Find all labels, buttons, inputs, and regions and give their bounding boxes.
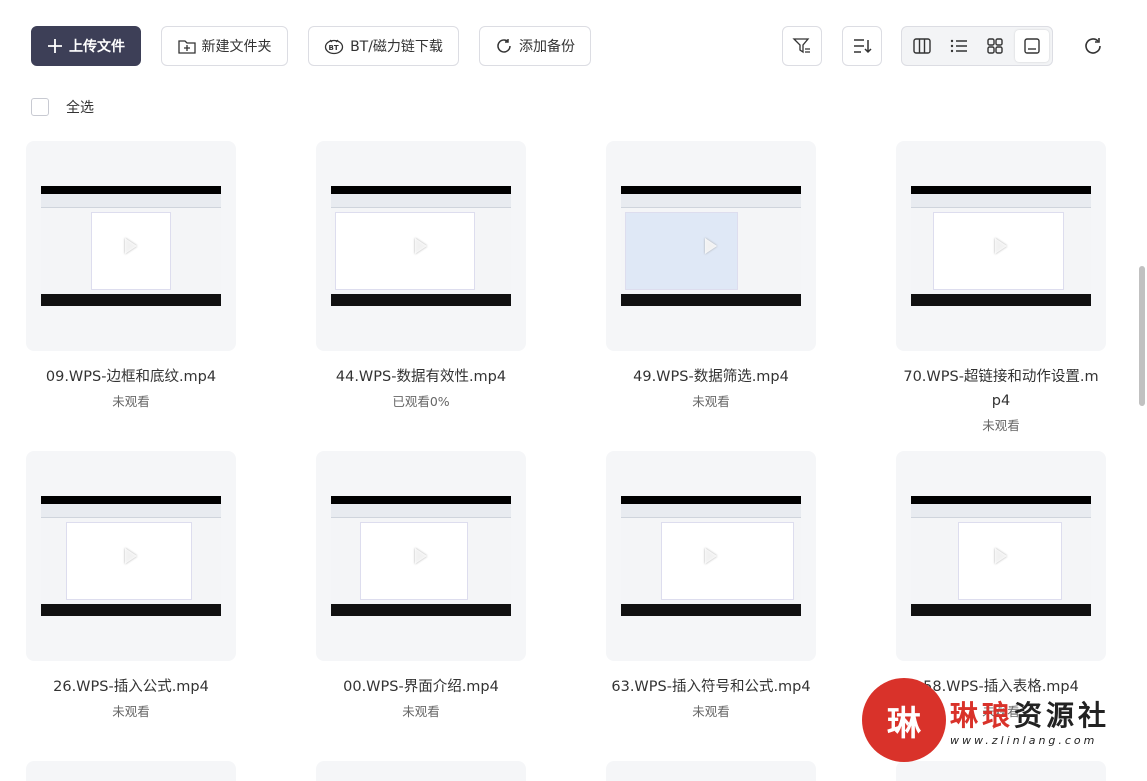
list-icon bbox=[950, 39, 967, 53]
file-card-partial[interactable] bbox=[606, 761, 816, 781]
play-icon bbox=[995, 238, 1007, 254]
select-all-label: 全选 bbox=[66, 100, 94, 116]
select-all-checkbox[interactable] bbox=[31, 98, 49, 116]
watermark-logo: 琳 bbox=[862, 678, 946, 762]
columns-icon bbox=[913, 38, 931, 54]
file-card[interactable]: 49.WPS-数据筛选.mp4 未观看 bbox=[606, 141, 816, 410]
grid-icon bbox=[987, 38, 1003, 54]
refresh-icon bbox=[1085, 38, 1101, 54]
watch-status: 未观看 bbox=[402, 704, 440, 719]
file-card[interactable]: 26.WPS-插入公式.mp4 未观看 bbox=[26, 451, 236, 720]
file-card[interactable]: 70.WPS-超链接和动作设置.mp4 未观看 bbox=[896, 141, 1106, 434]
view-list-option[interactable] bbox=[942, 30, 977, 62]
watermark-title: 琳琅资源社 bbox=[950, 698, 1111, 732]
video-preview bbox=[331, 186, 511, 306]
play-icon bbox=[125, 548, 137, 564]
play-icon bbox=[125, 238, 137, 254]
file-card[interactable]: 09.WPS-边框和底纹.mp4 未观看 bbox=[26, 141, 236, 410]
file-name[interactable]: 70.WPS-超链接和动作设置.mp4 bbox=[896, 365, 1106, 413]
new-folder-button[interactable]: 新建文件夹 bbox=[161, 26, 288, 66]
video-preview bbox=[621, 186, 801, 306]
folder-add-icon bbox=[177, 40, 196, 54]
file-card-partial[interactable] bbox=[26, 761, 236, 781]
watch-status: 未观看 bbox=[112, 394, 150, 409]
file-card-partial[interactable] bbox=[316, 761, 526, 781]
watch-status: 未观看 bbox=[692, 704, 730, 719]
video-thumbnail[interactable] bbox=[606, 141, 816, 351]
new-folder-label: 新建文件夹 bbox=[201, 39, 272, 55]
video-thumbnail[interactable] bbox=[896, 141, 1106, 351]
upload-button[interactable]: 上传文件 bbox=[31, 26, 141, 66]
video-preview bbox=[911, 186, 1091, 306]
add-backup-label: 添加备份 bbox=[519, 39, 575, 55]
bt-download-button[interactable]: BT BT/磁力链下载 bbox=[308, 26, 459, 66]
file-name[interactable]: 26.WPS-插入公式.mp4 bbox=[26, 675, 236, 699]
select-all[interactable]: 全选 bbox=[31, 97, 94, 117]
video-preview bbox=[331, 496, 511, 616]
view-grid-option[interactable] bbox=[978, 30, 1013, 62]
video-preview bbox=[41, 186, 221, 306]
sort-button[interactable] bbox=[842, 26, 882, 66]
sort-icon bbox=[854, 39, 872, 54]
plus-icon bbox=[48, 39, 62, 53]
file-name[interactable]: 09.WPS-边框和底纹.mp4 bbox=[26, 365, 236, 389]
video-thumbnail[interactable] bbox=[26, 451, 236, 661]
play-icon bbox=[415, 548, 427, 564]
watch-status: 未观看 bbox=[982, 418, 1020, 433]
watch-status: 已观看0% bbox=[392, 394, 450, 409]
filter-icon bbox=[792, 38, 810, 54]
play-icon bbox=[705, 548, 717, 564]
toolbar: 上传文件 新建文件夹 BT BT/磁力链下载 添加备份 bbox=[31, 26, 1147, 66]
file-card[interactable]: 63.WPS-插入符号和公式.mp4 未观看 bbox=[606, 451, 816, 720]
filter-button[interactable] bbox=[782, 26, 822, 66]
bt-download-label: BT/磁力链下载 bbox=[350, 39, 443, 55]
file-name[interactable]: 49.WPS-数据筛选.mp4 bbox=[606, 365, 816, 389]
video-thumbnail[interactable] bbox=[316, 141, 526, 351]
file-name[interactable]: 00.WPS-界面介绍.mp4 bbox=[316, 675, 526, 699]
view-columns-option[interactable] bbox=[905, 30, 940, 62]
upload-button-label: 上传文件 bbox=[69, 39, 125, 55]
video-thumbnail[interactable] bbox=[316, 451, 526, 661]
refresh-button[interactable] bbox=[1073, 26, 1113, 66]
video-preview bbox=[621, 496, 801, 616]
svg-text:BT: BT bbox=[329, 44, 339, 52]
scrollbar[interactable] bbox=[1139, 266, 1145, 406]
watermark-url: www.zlinlang.com bbox=[950, 733, 1098, 747]
thumbnail-icon bbox=[1024, 38, 1040, 54]
watch-status: 未观看 bbox=[112, 704, 150, 719]
file-name[interactable]: 63.WPS-插入符号和公式.mp4 bbox=[606, 675, 816, 699]
play-icon bbox=[415, 238, 427, 254]
video-thumbnail[interactable] bbox=[26, 141, 236, 351]
watch-status: 未观看 bbox=[692, 394, 730, 409]
video-thumbnail[interactable] bbox=[606, 451, 816, 661]
bt-icon: BT bbox=[324, 39, 344, 55]
sync-icon bbox=[497, 39, 511, 53]
watermark-text: 琳琅资源社 www.zlinlang.com bbox=[950, 694, 1110, 747]
video-preview bbox=[41, 496, 221, 616]
video-thumbnail[interactable] bbox=[896, 451, 1106, 661]
file-card[interactable]: 00.WPS-界面介绍.mp4 未观看 bbox=[316, 451, 526, 720]
add-backup-button[interactable]: 添加备份 bbox=[479, 26, 591, 66]
view-thumbnail-option[interactable] bbox=[1014, 30, 1049, 62]
watermark: 琳 琳琅资源社 www.zlinlang.com bbox=[862, 678, 1132, 762]
video-preview bbox=[911, 496, 1091, 616]
view-mode-switcher bbox=[901, 26, 1053, 66]
play-icon bbox=[705, 238, 717, 254]
file-name[interactable]: 44.WPS-数据有效性.mp4 bbox=[316, 365, 526, 389]
file-card-partial[interactable] bbox=[896, 761, 1106, 781]
play-icon bbox=[995, 548, 1007, 564]
file-card[interactable]: 44.WPS-数据有效性.mp4 已观看0% bbox=[316, 141, 526, 410]
